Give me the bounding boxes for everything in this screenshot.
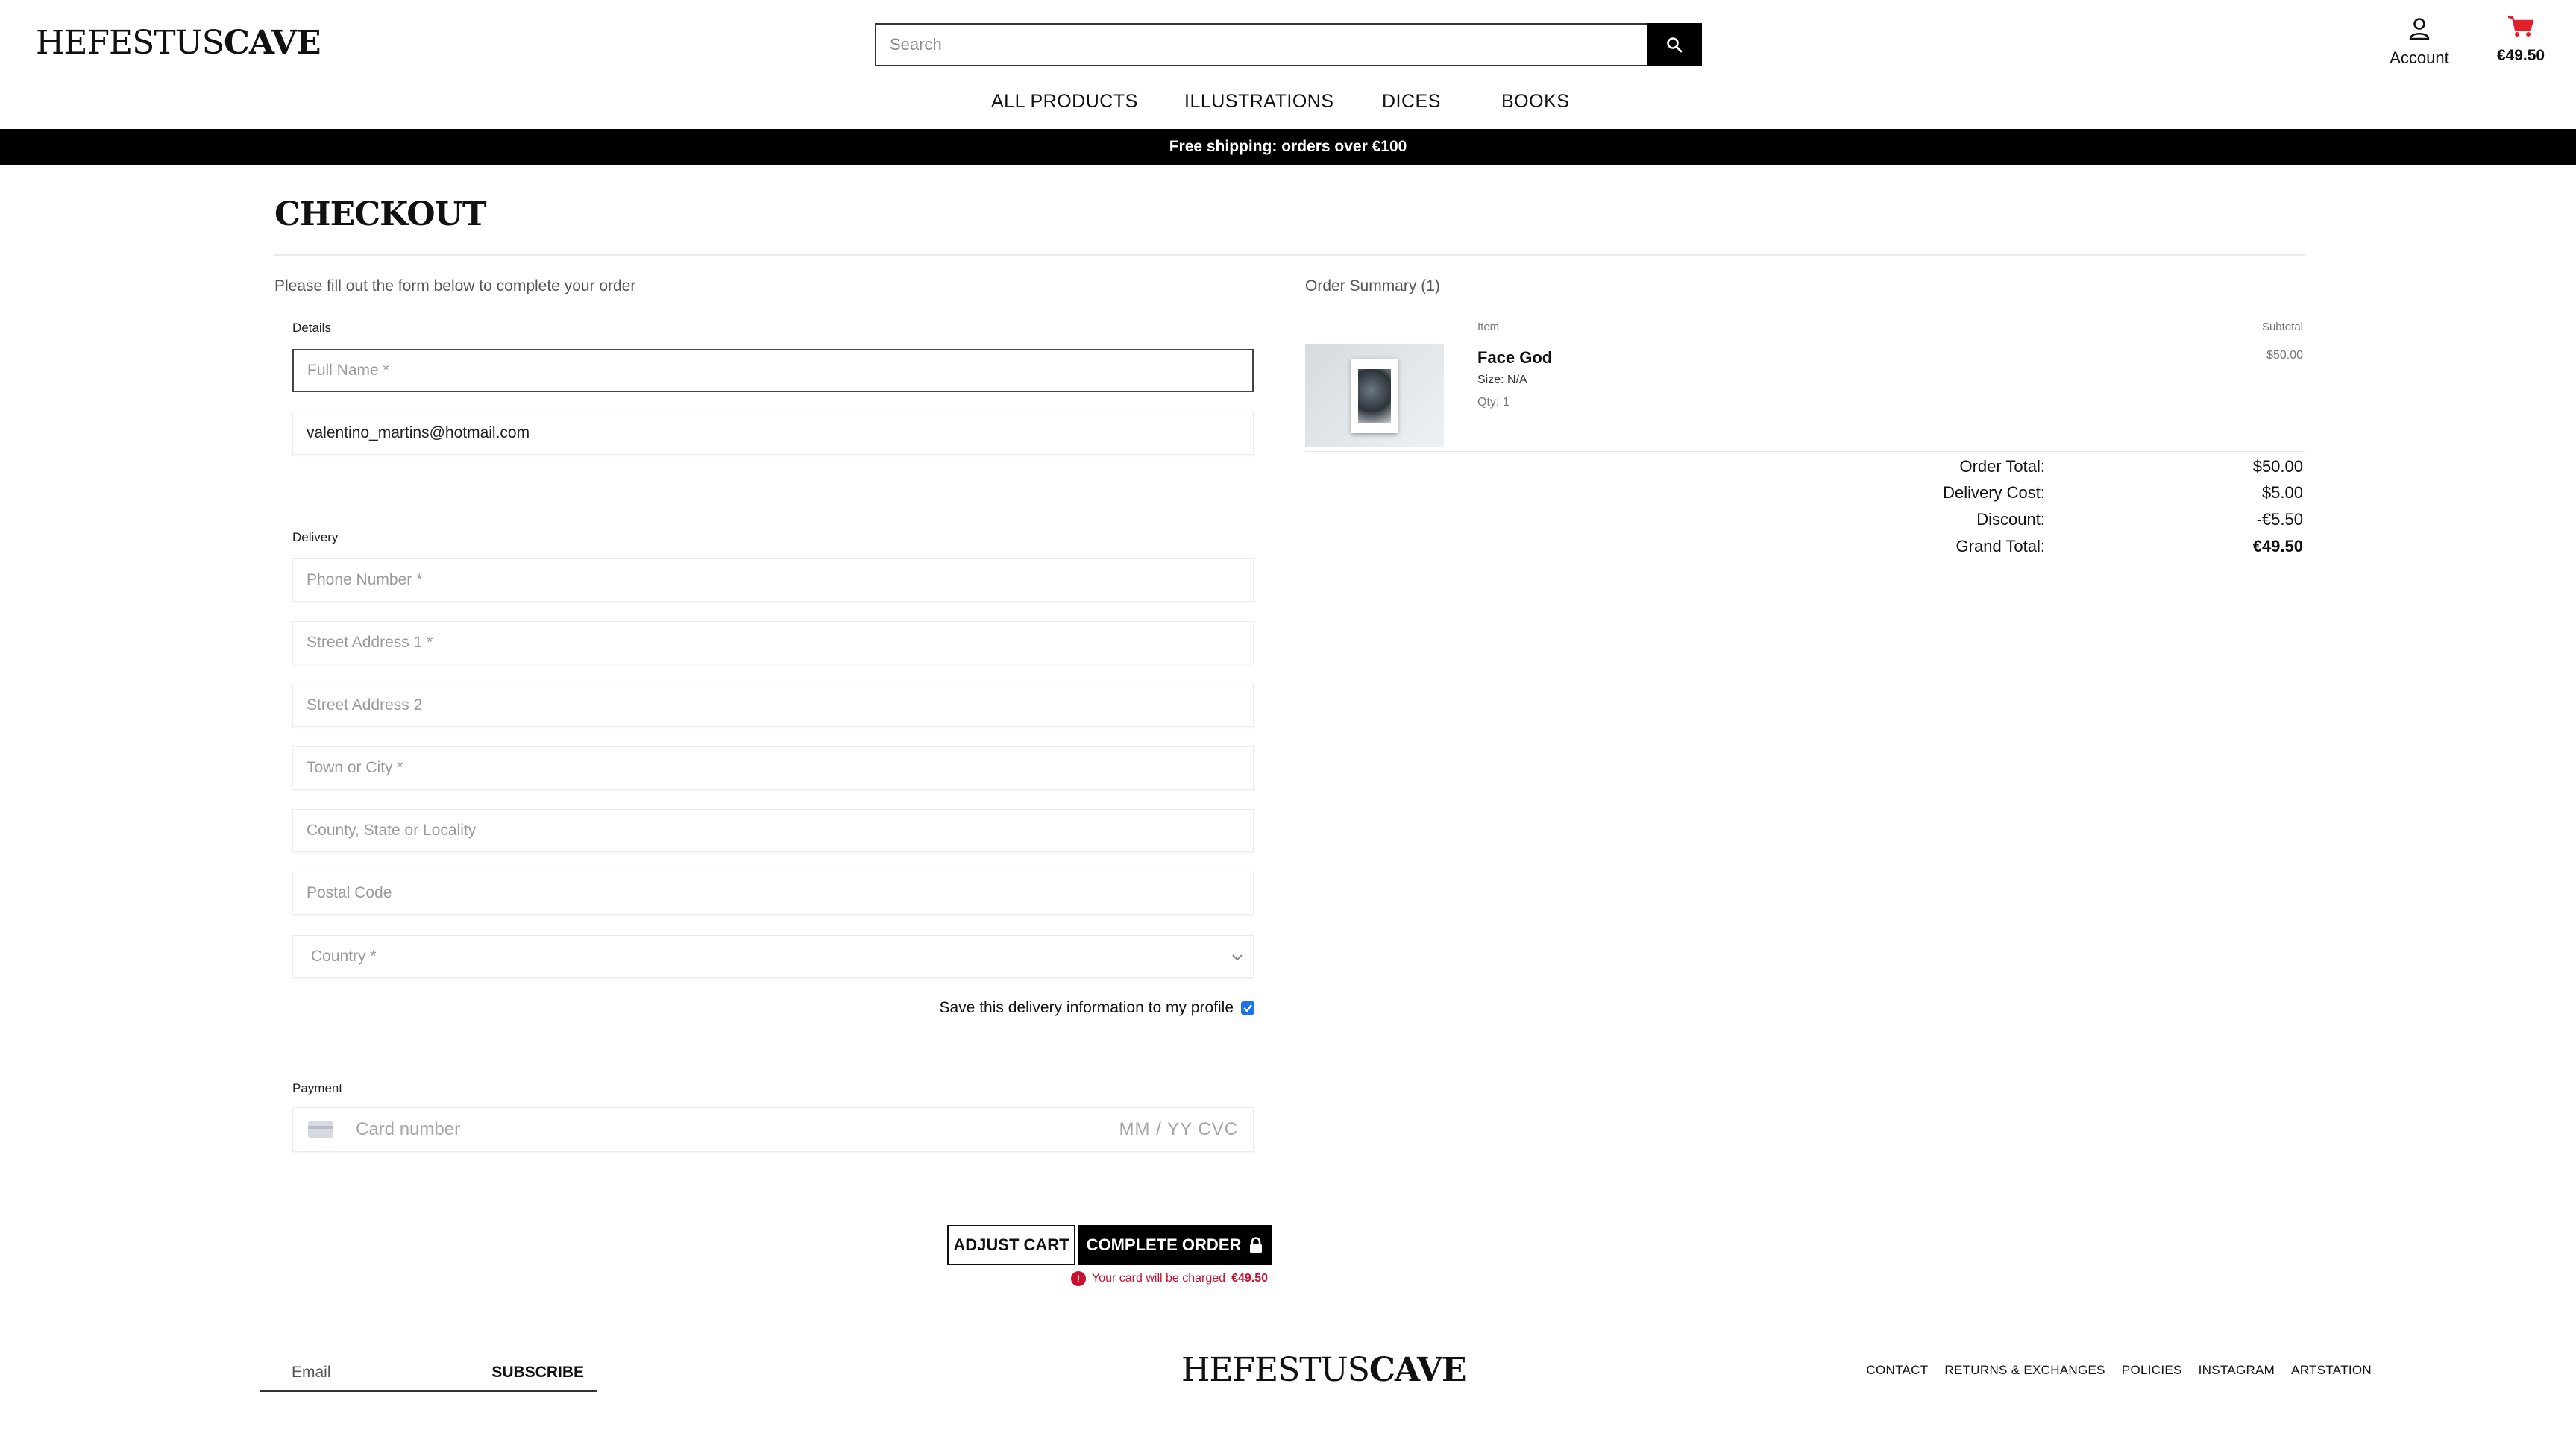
- nav-item-books[interactable]: BOOKS: [1501, 91, 1569, 113]
- payment-label: Payment: [292, 1081, 343, 1095]
- title-divider: [274, 254, 2305, 256]
- card-expiry-cvc-placeholder: MM / YY CVC: [1119, 1119, 1238, 1139]
- footer-link-instagram[interactable]: INSTAGRAM: [2199, 1363, 2275, 1378]
- product-thumbnail: [1305, 344, 1444, 447]
- card-number-placeholder: Card number: [356, 1119, 461, 1139]
- search-bar: [875, 23, 1702, 66]
- save-info-label: Save this delivery information to my pro…: [939, 999, 1234, 1016]
- search-input[interactable]: [875, 23, 1647, 66]
- column-subtotal-header: Subtotal: [2261, 321, 2303, 333]
- discount-value: -€5.50: [2256, 510, 2303, 529]
- email-field[interactable]: valentino_martins@hotmail.com: [292, 412, 1254, 455]
- cart-link[interactable]: €49.50: [2491, 15, 2551, 65]
- item-subtotal: $50.00: [2266, 349, 2303, 362]
- street-address-2-field[interactable]: Street Address 2: [292, 684, 1254, 727]
- item-qty: Qty: 1: [1477, 396, 1510, 409]
- order-total-label: Order Total:: [1959, 457, 2045, 476]
- summary-divider: [1305, 451, 2305, 452]
- details-label: Details: [292, 321, 331, 335]
- newsletter-email-input[interactable]: Email SUBSCRIBE: [260, 1355, 597, 1392]
- item-name: Face God: [1477, 348, 1553, 367]
- nav-item-illustrations[interactable]: ILLUSTRATIONS: [1184, 91, 1334, 113]
- credit-card-icon: [308, 1121, 333, 1138]
- card-input[interactable]: Card number MM / YY CVC: [292, 1107, 1254, 1152]
- item-size: Size: N/A: [1477, 374, 1527, 386]
- phone-field[interactable]: Phone Number *: [292, 558, 1254, 602]
- order-total-value: $50.00: [2252, 457, 2303, 476]
- charge-note-text: Your card will be charged: [1092, 1272, 1226, 1285]
- cart-total: €49.50: [2496, 47, 2545, 64]
- save-info-row: Save this delivery information to my pro…: [934, 999, 1254, 1017]
- account-link[interactable]: Account: [2387, 16, 2452, 68]
- page-title: CHECKOUT: [274, 195, 487, 233]
- search-icon: [1667, 37, 1683, 53]
- town-city-field[interactable]: Town or City *: [292, 746, 1254, 790]
- footer-link-policies[interactable]: POLICIES: [2122, 1363, 2182, 1378]
- footer-logo[interactable]: HEFESTUSCAVE: [1181, 1351, 1466, 1389]
- delivery-label: Delivery: [292, 530, 339, 544]
- checkmark-icon: [1243, 1004, 1252, 1012]
- footer-link-returns[interactable]: RETURNS & EXCHANGES: [1944, 1363, 2105, 1378]
- poster-artwork: [1358, 369, 1391, 423]
- complete-order-label: COMPLETE ORDER: [1086, 1235, 1242, 1254]
- county-field[interactable]: County, State or Locality: [292, 809, 1254, 852]
- footer-link-contact[interactable]: CONTACT: [1866, 1363, 1928, 1378]
- postal-code-field[interactable]: Postal Code: [292, 872, 1254, 915]
- free-shipping-banner: Free shipping: orders over €100: [0, 129, 2576, 165]
- footer-logo-text-part-2: CAVE: [1369, 1351, 1467, 1389]
- street-address-1-field[interactable]: Street Address 1 *: [292, 621, 1254, 664]
- lock-icon: [1250, 1237, 1263, 1253]
- chevron-down-icon: [1232, 954, 1243, 961]
- save-info-checkbox[interactable]: [1241, 1001, 1254, 1015]
- account-label: Account: [2390, 48, 2449, 67]
- user-icon: [2409, 18, 2430, 40]
- site-logo[interactable]: HEFESTUSCAVE: [36, 24, 321, 62]
- charge-note: ! Your card will be charged €49.50: [1071, 1271, 1268, 1286]
- adjust-cart-button[interactable]: ADJUST CART: [947, 1225, 1075, 1265]
- delivery-cost-label: Delivery Cost:: [1943, 483, 2045, 502]
- checkout-intro: Please fill out the form below to comple…: [274, 277, 636, 294]
- grand-total-label: Grand Total:: [1955, 537, 2045, 555]
- complete-order-button[interactable]: COMPLETE ORDER: [1078, 1225, 1272, 1265]
- footer-links: CONTACT RETURNS & EXCHANGES POLICIES INS…: [1866, 1363, 2372, 1378]
- full-name-field[interactable]: Full Name *: [292, 349, 1254, 392]
- charge-amount: €49.50: [1231, 1272, 1269, 1285]
- product-poster-image: [1351, 359, 1398, 433]
- discount-label: Discount:: [1976, 510, 2045, 529]
- search-button[interactable]: [1647, 23, 1702, 66]
- country-select[interactable]: Country *: [292, 935, 1254, 978]
- cart-icon: [2508, 16, 2534, 37]
- logo-text-part-2: CAVE: [223, 24, 321, 62]
- delivery-cost-value: $5.00: [2261, 483, 2303, 502]
- column-item-header: Item: [1477, 321, 1500, 333]
- alert-icon: !: [1071, 1271, 1086, 1286]
- country-select-value: Country *: [311, 948, 377, 965]
- nav-item-all-products[interactable]: ALL PRODUCTS: [991, 91, 1138, 113]
- grand-total-value: €49.50: [2252, 537, 2303, 555]
- subscribe-button[interactable]: SUBSCRIBE: [491, 1364, 584, 1382]
- nav-item-dices[interactable]: DICES: [1382, 91, 1441, 113]
- newsletter-email-placeholder: Email: [292, 1364, 331, 1381]
- order-summary-title: Order Summary (1): [1305, 277, 1440, 294]
- logo-text-part-1: HEFESTUS: [36, 24, 224, 62]
- footer-logo-text-part-1: HEFESTUS: [1181, 1351, 1370, 1389]
- footer-link-artstation[interactable]: ARTSTATION: [2291, 1363, 2372, 1378]
